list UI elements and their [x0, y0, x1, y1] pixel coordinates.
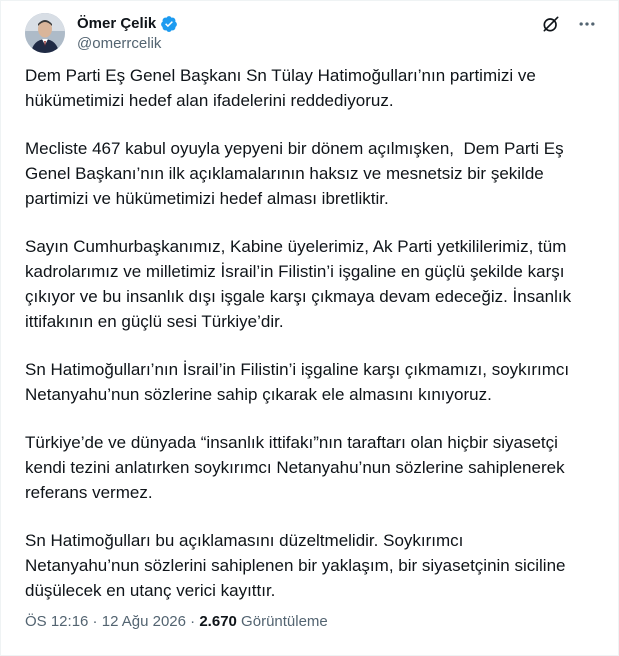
verified-badge-icon	[160, 15, 178, 33]
views-count: 2.670	[199, 613, 237, 630]
grok-icon[interactable]	[540, 13, 562, 35]
header-actions	[540, 13, 598, 35]
tweet-paragraph: Sn Hatimoğulları’nın İsrail’in Filistin’…	[25, 360, 570, 404]
tweet-meta: ÖS 12:16 · 12 Ağu 2026 · 2.670 Görüntüle…	[25, 612, 328, 632]
more-icon[interactable]	[576, 13, 598, 35]
avatar-image	[25, 13, 65, 53]
tweet-card: Ömer Çelik @omerrcelik Dem Parti Eş Gene…	[0, 0, 619, 656]
name-row: Ömer Çelik	[77, 15, 178, 33]
tweet-paragraph: Sayın Cumhurbaşkanımız, Kabine üyelerimi…	[25, 237, 572, 331]
handle[interactable]: @omerrcelik	[77, 35, 161, 53]
meta-separator: ·	[186, 613, 200, 630]
tweet-paragraph: Türkiye’de ve dünyada “insanlık ittifakı…	[25, 433, 565, 502]
tweet-header: Ömer Çelik @omerrcelik	[25, 13, 598, 57]
views-label: Görüntüleme	[236, 613, 328, 630]
tweet-paragraph: Mecliste 467 kabul oyuyla yepyeni bir dö…	[25, 139, 564, 208]
tweet-time[interactable]: ÖS 12:16	[25, 613, 88, 630]
tweet-date[interactable]: 12 Ağu 2026	[102, 613, 186, 630]
avatar[interactable]	[25, 13, 65, 53]
tweet-text: Dem Parti Eş Genel Başkanı Sn Tülay Hati…	[25, 63, 597, 626]
display-name[interactable]: Ömer Çelik	[77, 15, 156, 33]
tweet-paragraph: Dem Parti Eş Genel Başkanı Sn Tülay Hati…	[25, 66, 536, 110]
tweet-paragraph: Sn Hatimoğulları bu açıklamasını düzeltm…	[25, 531, 566, 600]
meta-separator: ·	[88, 613, 102, 630]
